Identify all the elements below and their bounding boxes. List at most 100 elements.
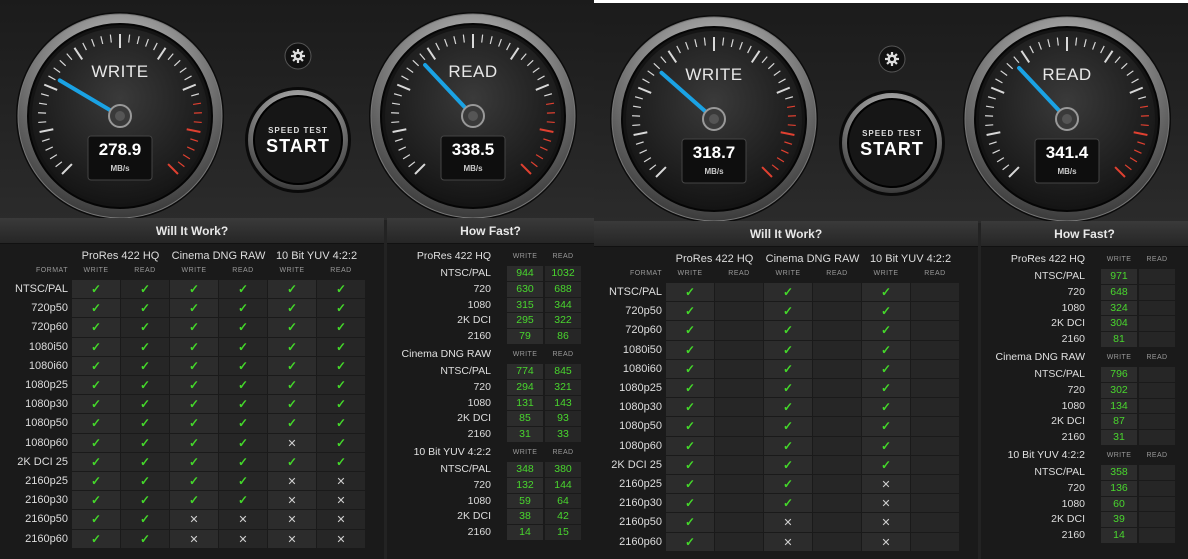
check-icon: ✓ (237, 493, 249, 508)
how-fast-row-label: NTSC/PAL (1034, 466, 1085, 478)
check-icon: ✓ (782, 496, 794, 511)
check-icon: ✓ (880, 457, 892, 472)
write-gauge (610, 15, 818, 223)
compat-cell (715, 302, 763, 321)
format-subheader: FORMAT (629, 270, 662, 277)
compat-cell (715, 283, 763, 302)
how-fast-row-label: 720 (1067, 383, 1085, 396)
read-subheader: READ (826, 270, 848, 277)
compat-cell (911, 475, 959, 494)
compat-cell (715, 321, 763, 340)
read-fps-value (1139, 465, 1175, 480)
compat-cell: ✓ (121, 299, 169, 318)
check-icon: ✓ (880, 323, 892, 338)
cross-icon: ✕ (783, 536, 793, 549)
compat-cell: ✓ (764, 417, 812, 436)
redline-tick (546, 121, 555, 124)
compat-cell: ✓ (170, 356, 218, 375)
check-icon: ✓ (335, 435, 347, 450)
how-fast-row-label: NTSC/PAL (440, 267, 491, 279)
check-icon: ✓ (90, 531, 102, 546)
start-button-label[interactable]: START (842, 139, 942, 160)
compat-cell: ✓ (219, 376, 267, 395)
check-icon: ✓ (286, 378, 298, 392)
check-icon: ✓ (782, 438, 794, 453)
compat-cell: ✕ (317, 472, 365, 491)
compat-cell (715, 398, 763, 417)
compat-cell: ✓ (219, 491, 267, 510)
compat-cell: ✓ (170, 452, 218, 471)
check-icon: ✓ (139, 435, 151, 450)
check-icon: ✓ (335, 282, 347, 296)
format-label: 1080i50 (28, 340, 68, 353)
will-it-work-title: Will It Work? (594, 221, 978, 247)
gauge-tick (632, 124, 641, 127)
read-subheader: READ (330, 267, 352, 274)
will-it-work-title: Will It Work? (0, 218, 384, 244)
check-icon: ✓ (90, 474, 102, 488)
compat-cell: ✓ (764, 379, 812, 398)
compat-cell (813, 532, 861, 551)
format-label: 1080p60 (619, 439, 662, 452)
read-fps-value: 321 (545, 379, 581, 395)
check-icon: ✓ (782, 400, 794, 415)
how-fast-group-title: 10 Bit YUV 4:2:2 (1007, 449, 1085, 461)
compat-cell: ✕ (862, 513, 910, 532)
write-fps-value: 796 (1101, 367, 1137, 382)
how-fast-row-label: 720 (473, 282, 491, 295)
compat-cell: ✓ (862, 302, 910, 321)
format-label: 2160p25 (619, 478, 662, 490)
read-subheader: READ (1146, 452, 1168, 459)
read-subheader: READ (552, 253, 574, 260)
check-icon: ✓ (684, 400, 696, 415)
check-icon: ✓ (782, 457, 794, 472)
check-icon: ✓ (139, 474, 151, 488)
cross-icon: ✕ (881, 479, 891, 491)
format-label: NTSC/PAL (15, 283, 68, 295)
check-icon: ✓ (684, 342, 696, 357)
cross-icon: ✕ (336, 476, 346, 488)
start-button-caption[interactable]: SPEED TEST (842, 129, 942, 138)
how-fast-row-label: 1080 (467, 396, 491, 409)
read-gauge-title: READ (448, 62, 498, 81)
compat-cell: ✓ (72, 280, 120, 299)
read-fps-value: 86 (545, 329, 581, 344)
compat-cell (813, 455, 861, 474)
compat-cell (715, 379, 763, 398)
gear-icon[interactable] (284, 42, 312, 70)
write-fps-value: 31 (507, 427, 543, 442)
compat-cell: ✓ (170, 299, 218, 318)
write-gauge-title: WRITE (685, 65, 743, 84)
compat-cell: ✓ (862, 340, 910, 359)
write-fps-value: 79 (507, 329, 543, 344)
check-icon: ✓ (139, 339, 151, 354)
compat-cell (715, 436, 763, 455)
check-icon: ✓ (90, 397, 102, 412)
write-subheader: WRITE (279, 267, 305, 274)
cross-icon: ✕ (336, 533, 346, 546)
redline-tick (1140, 124, 1149, 127)
write-subheader: WRITE (1106, 452, 1132, 459)
compat-cell: ✓ (764, 494, 812, 513)
start-button-caption[interactable]: SPEED TEST (248, 126, 348, 135)
write-subheader: WRITE (1106, 354, 1132, 361)
write-subheader: WRITE (512, 351, 538, 358)
check-icon: ✓ (880, 438, 892, 453)
compat-cell: ✓ (72, 318, 120, 337)
gear-icon[interactable] (878, 45, 906, 73)
start-button-label[interactable]: START (248, 136, 348, 157)
write-fps-value: 87 (1101, 414, 1137, 430)
gauge-tick (38, 121, 47, 124)
how-fast-row-label: 2160 (1061, 529, 1085, 542)
will-it-work-section: Will It Work? ProRes 422 HQ WRITE READ Cinem… (594, 221, 978, 559)
will-it-work-section: Will It Work? ProRes 422 HQ WRITE READ Cinem… (0, 218, 384, 559)
check-icon: ✓ (684, 496, 696, 511)
read-subheader: READ (924, 270, 946, 277)
compat-cell: ✓ (764, 302, 812, 321)
read-subheader: READ (552, 449, 574, 456)
compat-cell (715, 340, 763, 359)
check-icon: ✓ (90, 435, 102, 450)
check-icon: ✓ (188, 358, 200, 373)
format-label: 1080p50 (619, 420, 662, 433)
check-icon: ✓ (139, 378, 151, 392)
